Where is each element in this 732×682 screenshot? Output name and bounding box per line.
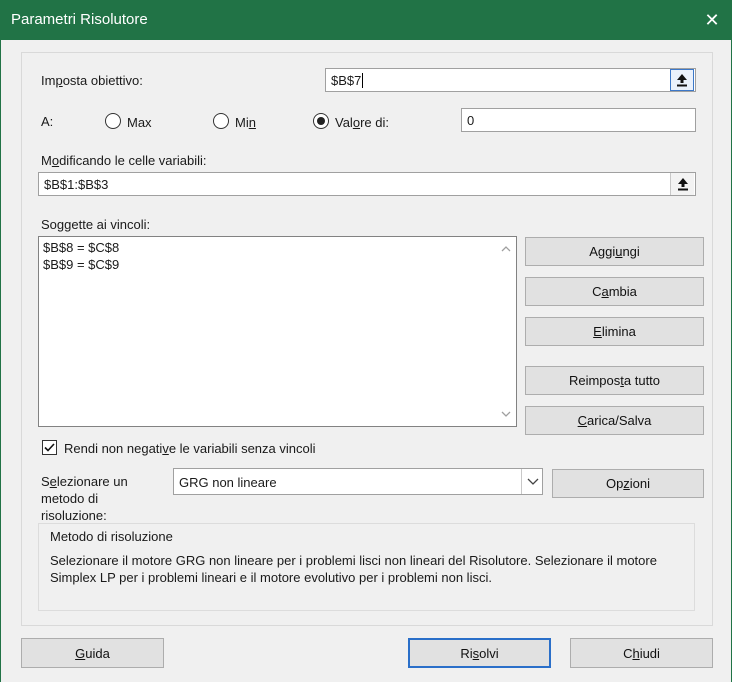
scroll-down-button[interactable] xyxy=(498,408,514,420)
value-of-label[interactable]: Valore di: xyxy=(335,115,389,130)
list-item[interactable]: $B$9 = $C$9 xyxy=(43,257,119,272)
method-dropdown-button[interactable] xyxy=(521,469,543,494)
help-button[interactable]: Guida xyxy=(21,638,164,668)
reset-all-button[interactable]: Reimpos t a tutto xyxy=(525,366,704,395)
variables-ref-button[interactable] xyxy=(670,173,694,195)
chevron-up-icon xyxy=(501,246,511,252)
method-group-title: Metodo di risoluzione xyxy=(50,529,173,544)
variables-value: $B$1:$B$3 xyxy=(44,176,109,192)
window-border-left xyxy=(0,40,1,682)
add-constraint-button[interactable]: Aggi u ngi xyxy=(525,237,704,266)
constraints-label: Soggette ai vincoli: xyxy=(41,217,151,232)
checkmark-icon xyxy=(44,443,55,452)
window-title: Parametri Risolutore xyxy=(11,11,148,28)
method-label: Selezionare un metodo di risoluzione: xyxy=(41,474,128,523)
objective-label: Imposta obiettivo: xyxy=(41,73,143,88)
delete-constraint-button[interactable]: Elimina xyxy=(525,317,704,346)
method-selected-value: GRG non lineare xyxy=(179,475,277,490)
constraints-list[interactable]: $B$8 = $C$8 $B$9 = $C$9 xyxy=(38,236,517,427)
solve-button[interactable]: Ri s olvi xyxy=(408,638,551,668)
change-constraint-button[interactable]: Ca mbia xyxy=(525,277,704,306)
close-window-button[interactable]: ✕ xyxy=(692,0,732,40)
min-radio[interactable] xyxy=(213,113,229,129)
collapse-arrow-up-icon xyxy=(677,74,687,87)
value-of-value: 0 xyxy=(467,112,475,128)
min-label[interactable]: Min xyxy=(235,115,256,130)
load-save-button[interactable]: Carica/Salva xyxy=(525,406,704,435)
nonneg-checkbox[interactable] xyxy=(42,440,57,455)
nonneg-label[interactable]: Rendi non negative le variabili senza vi… xyxy=(64,441,316,456)
objective-value: $B$7 xyxy=(331,72,362,88)
method-select[interactable]: GRG non lineare xyxy=(173,468,543,495)
max-radio[interactable] xyxy=(105,113,121,129)
to-label: A: xyxy=(41,114,54,129)
max-label[interactable]: Max xyxy=(127,115,152,130)
objective-ref-button[interactable] xyxy=(670,69,694,91)
method-description-line1: Selezionare il motore GRG non lineare pe… xyxy=(50,553,657,568)
collapse-arrow-up-icon xyxy=(677,178,688,191)
title-bar: Parametri Risolutore ✕ xyxy=(0,0,732,40)
method-description-line2: Simplex LP per i problemi lineari e il m… xyxy=(50,570,492,585)
chevron-down-icon xyxy=(501,411,511,417)
close-button[interactable]: Ch iudi xyxy=(570,638,713,668)
variables-input[interactable]: $B$1:$B$3 xyxy=(38,172,696,196)
chevron-down-icon xyxy=(527,478,538,485)
scroll-up-button[interactable] xyxy=(498,243,514,255)
list-item[interactable]: $B$8 = $C$8 xyxy=(43,240,119,255)
value-of-input[interactable]: 0 xyxy=(461,108,696,132)
close-icon: ✕ xyxy=(704,9,720,30)
variables-label: Modificando le celle variabili: xyxy=(41,153,207,168)
options-button[interactable]: Op z ioni xyxy=(552,469,704,498)
value-of-radio[interactable] xyxy=(313,113,329,129)
text-cursor xyxy=(362,72,364,88)
objective-input[interactable]: $B$7 xyxy=(325,68,696,92)
